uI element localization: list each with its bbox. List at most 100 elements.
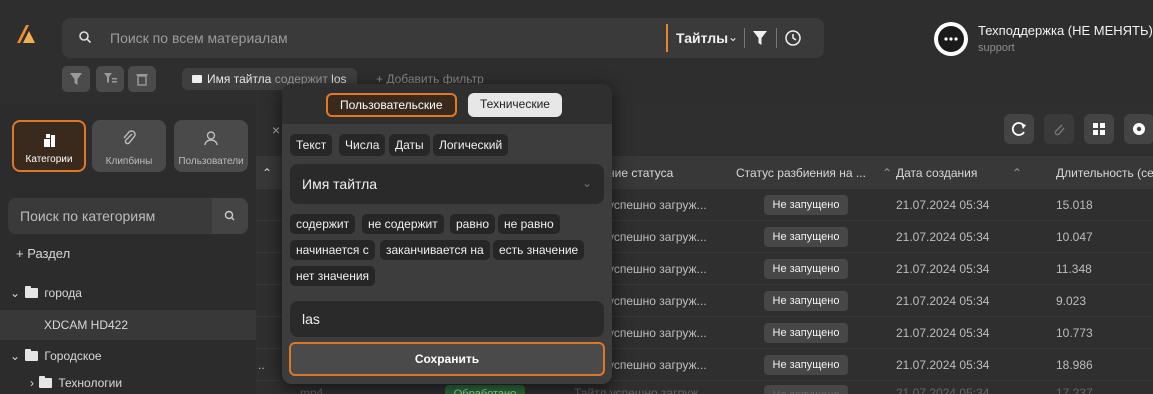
folder-icon — [25, 286, 39, 298]
delete-filter-button[interactable] — [128, 66, 156, 92]
date-cell: 21.07.2024 05:34 — [896, 326, 990, 340]
global-search-bar[interactable]: Поиск по всем материалам Тайтлы ⌄ — [62, 18, 824, 58]
op-contains[interactable]: содержит — [290, 214, 356, 234]
grid-icon — [1093, 123, 1105, 135]
search-input[interactable]: Поиск по всем материалам — [110, 30, 288, 46]
filter-list-button[interactable] — [96, 66, 124, 92]
op-has-value[interactable]: есть значение — [493, 240, 585, 260]
attach-button[interactable] — [1044, 114, 1074, 144]
date-cell: 21.07.2024 05:34 — [896, 230, 990, 244]
paperclip-icon — [123, 130, 136, 145]
folder-icon — [39, 376, 53, 388]
op-not-contains[interactable]: не содержит — [362, 214, 444, 234]
refresh-button[interactable] — [1004, 114, 1034, 144]
chevron-down-icon: ⌄ — [581, 176, 592, 190]
paperclip-icon — [1054, 124, 1065, 136]
folder-icon — [25, 349, 39, 361]
chevron-down-icon: ⌄ — [10, 286, 21, 300]
date-cell: 21.07.2024 05:34 — [896, 262, 990, 276]
tree-item-cities[interactable]: ⌄ города — [10, 286, 82, 300]
duration-cell: 10.773 — [1056, 326, 1093, 340]
column-split-status[interactable]: Статус разбиения на ... — [736, 158, 866, 188]
column-duration[interactable]: Длительность (се — [1056, 158, 1153, 188]
tree-item-urban[interactable]: ⌄ Городское — [10, 349, 102, 363]
chevron-down-icon: ⌄ — [10, 349, 21, 363]
status-badge: Не запущено — [764, 259, 848, 279]
category-search[interactable]: Поиск по категориям — [8, 198, 248, 234]
history-clock-icon[interactable] — [784, 29, 802, 47]
video-camera-icon — [192, 75, 202, 83]
status-cell: успешно загруж... — [608, 294, 707, 308]
tab-custom[interactable]: Пользовательские — [326, 93, 457, 117]
category-search-input[interactable]: Поиск по категориям — [20, 208, 155, 224]
duration-cell: 10.047 — [1056, 230, 1093, 244]
tree-item-tech[interactable]: › Технологии — [30, 376, 122, 390]
duration-cell: 9.023 — [1056, 294, 1087, 308]
category-search-button[interactable] — [212, 198, 248, 234]
op-equals[interactable]: равно — [450, 214, 496, 234]
type-dates[interactable]: Даты — [389, 134, 430, 156]
op-starts-with[interactable]: начинается с — [290, 240, 375, 260]
status-badge: Не запущено — [764, 355, 848, 375]
sort-icon[interactable]: ⌃ — [1012, 158, 1022, 188]
tab-label: Пользователи — [178, 156, 244, 167]
trash-icon — [136, 74, 148, 86]
status-cell: успешно загруж... — [608, 326, 707, 340]
field-select[interactable]: Имя тайтла ⌄ — [290, 164, 604, 204]
clear-filter-button[interactable] — [62, 66, 90, 92]
tab-categories[interactable]: Категории — [12, 120, 86, 172]
status-badge: Не запущено — [764, 323, 848, 343]
filter-icon[interactable] — [752, 29, 768, 47]
status-cell: успешно загруж... — [608, 230, 707, 244]
tree-item-label: Технологии — [58, 376, 123, 390]
sort-icon[interactable]: ⌃ — [262, 158, 272, 188]
tree-item-label: Городское — [44, 349, 102, 363]
op-ends-with[interactable]: заканчивается на — [380, 240, 490, 260]
add-section-button[interactable]: + Раздел — [16, 246, 70, 261]
settings-button[interactable] — [1124, 114, 1153, 144]
status-badge: Не запущено — [764, 385, 848, 394]
close-icon[interactable]: × — [272, 122, 280, 138]
grid-view-button[interactable] — [1084, 114, 1114, 144]
divider — [744, 28, 745, 48]
type-text[interactable]: Текст — [290, 134, 333, 156]
op-no-value[interactable]: нет значения — [290, 266, 376, 286]
filter-value-text: las — [302, 311, 320, 327]
gear-icon — [1133, 123, 1145, 135]
status-cell: успешно загруж... — [608, 262, 707, 276]
type-boolean[interactable]: Логический — [433, 134, 509, 156]
refresh-icon — [1011, 122, 1026, 136]
search-divider — [666, 24, 668, 52]
field-select-value: Имя тайтла — [302, 176, 378, 192]
date-cell: 21.07.2024 05:34 — [896, 198, 990, 212]
date-cell: 21.07.2024 05:34 — [896, 386, 990, 394]
filter-popup: Пользовательские Технические Текст Числа… — [282, 84, 612, 384]
filter-list-icon — [104, 73, 117, 83]
tree-item-label: города — [44, 286, 82, 300]
type-numbers[interactable]: Числа — [339, 134, 386, 156]
chevron-right-icon: › — [30, 376, 34, 390]
duration-cell: 11.348 — [1056, 262, 1092, 276]
column-status[interactable]: ние статуса — [608, 158, 673, 188]
status-badge: Не запущено — [764, 195, 848, 215]
duration-cell: 15.018 — [1056, 198, 1093, 212]
save-button[interactable]: Сохранить — [289, 342, 605, 376]
tab-users[interactable]: Пользователи — [174, 120, 248, 172]
tab-technical[interactable]: Технические — [468, 93, 562, 117]
app-logo — [17, 25, 35, 43]
sort-icon[interactable]: ⌃ — [882, 158, 892, 188]
tree-item-selected[interactable]: XDCAM HD422 — [0, 310, 256, 340]
user-login: support — [978, 42, 1015, 54]
tab-label: Категории — [25, 154, 73, 165]
search-mode-select[interactable]: Тайтлы — [676, 30, 728, 46]
categories-icon — [44, 134, 55, 147]
filter-value-input[interactable]: las — [290, 301, 604, 337]
filter-clear-icon — [70, 73, 82, 85]
tab-clipbins[interactable]: Клипбины — [92, 120, 166, 172]
duration-cell: 17.237 — [1056, 386, 1093, 394]
chevron-down-icon: ⌄ — [728, 30, 739, 44]
tree-item-label: XDCAM HD422 — [44, 318, 129, 332]
column-created[interactable]: Дата создания — [896, 158, 977, 188]
op-not-equals[interactable]: не равно — [498, 214, 560, 234]
search-icon — [224, 210, 235, 221]
